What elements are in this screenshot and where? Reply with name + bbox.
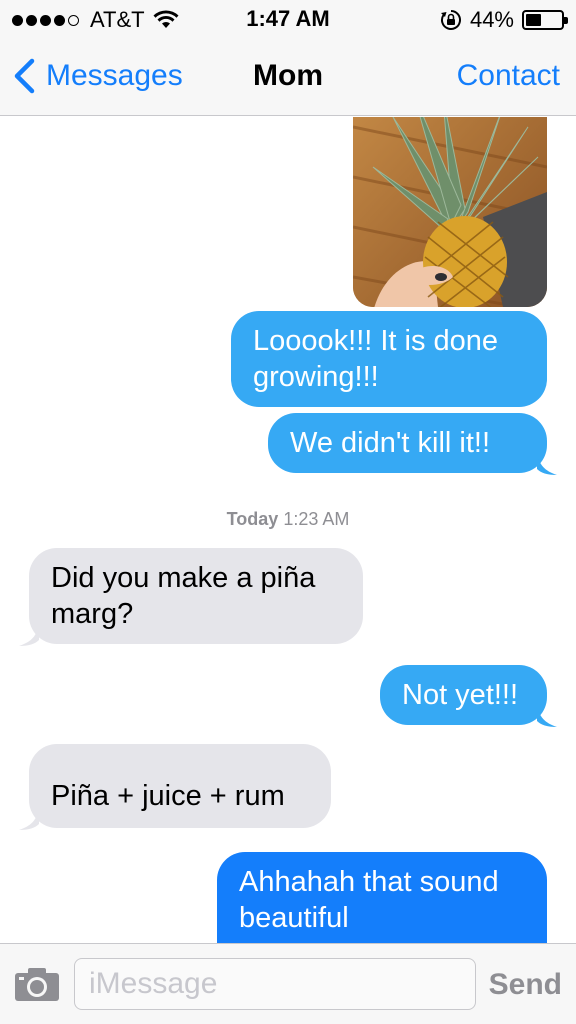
battery-nub: [564, 17, 568, 24]
message-bubble-incoming[interactable]: Did you make a piña marg?: [19, 548, 363, 646]
chevron-left-icon: [14, 58, 35, 94]
navigation-bar: Messages Mom Contact: [0, 38, 576, 116]
pineapple-photo: [353, 117, 547, 307]
message-text: Not yet!!!: [402, 679, 519, 711]
send-button[interactable]: Send: [489, 968, 562, 1002]
status-bar: AT&T 1:47 AM 44%: [0, 0, 576, 38]
timestamp-day: Today: [226, 509, 279, 529]
message-bubble-outgoing[interactable]: Looook!!! It is done growing!!!: [231, 311, 547, 407]
imessage-input[interactable]: [74, 958, 476, 1010]
conversation: Looook!!! It is done growing!!! We didn'…: [0, 117, 576, 943]
bubble-tail: [537, 453, 557, 475]
battery-percent: 44%: [469, 7, 514, 32]
camera-icon[interactable]: [14, 966, 60, 1002]
message-photo[interactable]: [353, 117, 547, 307]
message-text: Did you make a piña marg?: [51, 562, 316, 630]
message-text: Ahhahah that sound beautiful: [239, 866, 499, 934]
message-bubble-outgoing[interactable]: We didn't kill it!!: [268, 413, 557, 475]
timestamp-time: 1:23 AM: [283, 509, 350, 529]
contact-button[interactable]: Contact: [457, 59, 560, 93]
bubble-tail: [19, 808, 39, 830]
message-bubble-outgoing[interactable]: Ahhahah that sound beautiful: [217, 852, 547, 943]
message-text: Looook!!! It is done growing!!!: [253, 325, 499, 393]
orientation-lock-icon: [440, 10, 461, 30]
message-text: Piña + juice + rum: [51, 780, 285, 812]
back-button-label: Messages: [46, 59, 183, 92]
status-right: 44%: [440, 7, 568, 33]
bubble-tail: [537, 705, 557, 727]
battery-fill: [526, 14, 541, 26]
message-input-bar: Send: [0, 943, 576, 1024]
back-button[interactable]: Messages: [12, 58, 183, 94]
message-bubble-incoming[interactable]: Piña + juice + rum: [19, 744, 331, 830]
message-bubble-outgoing[interactable]: Not yet!!!: [380, 665, 557, 727]
conversation-timestamp: Today 1:23 AM: [0, 509, 576, 530]
battery-icon: [522, 10, 568, 30]
message-text: We didn't kill it!!: [290, 427, 491, 459]
bubble-tail: [19, 624, 39, 646]
